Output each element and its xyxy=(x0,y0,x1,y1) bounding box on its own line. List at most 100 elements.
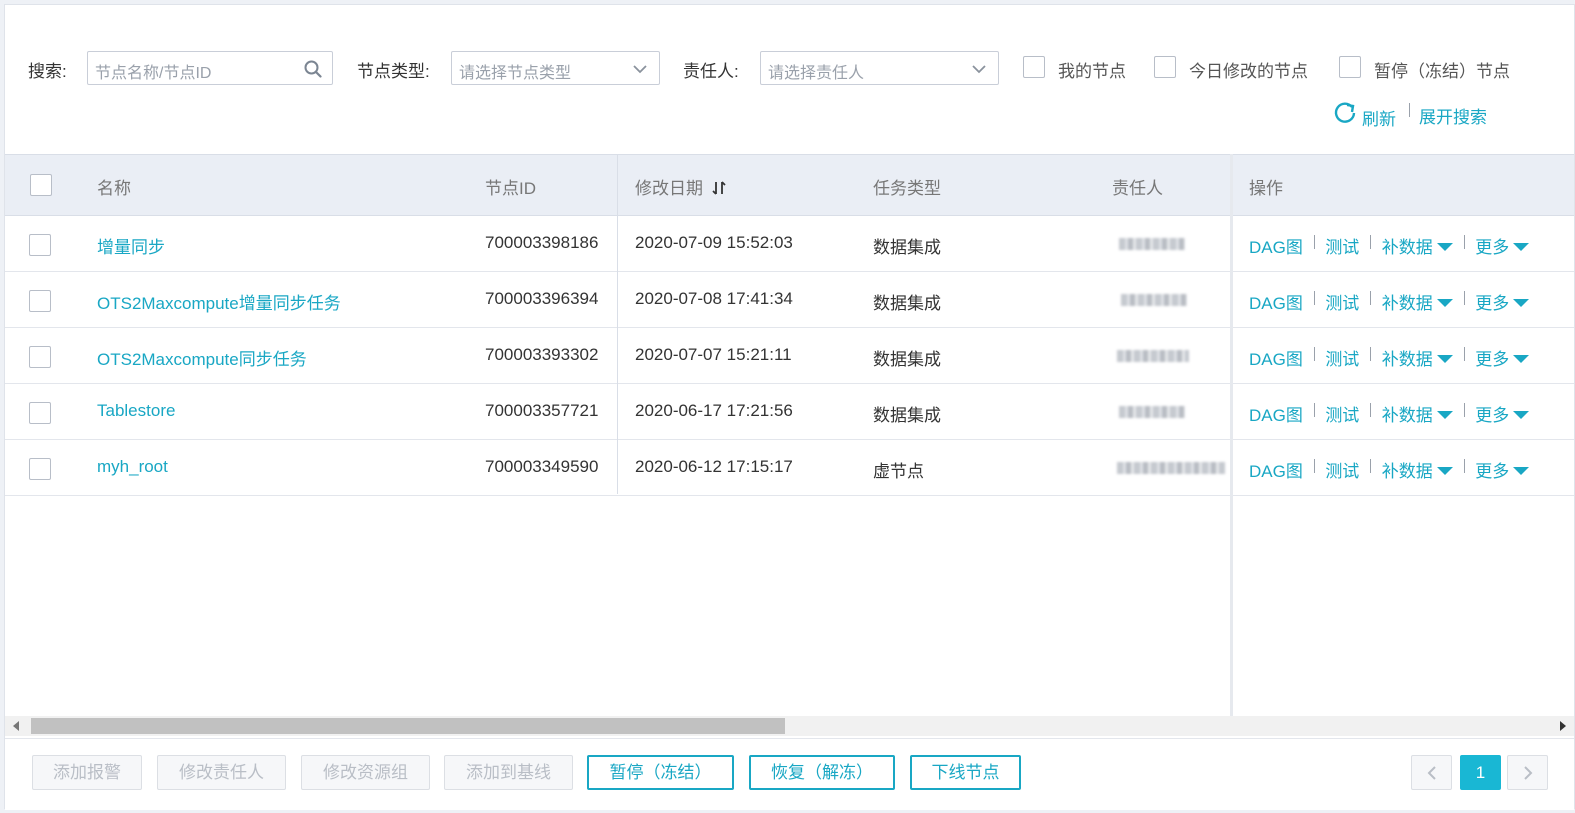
table-row: myh_root 700003349590 2020-06-12 17:15:1… xyxy=(5,440,1574,496)
node-type-placeholder: 请选择节点类型 xyxy=(459,65,572,82)
modified-date-cell: 2020-07-08 17:41:34 xyxy=(635,289,793,308)
test-link[interactable]: 测试 xyxy=(1325,294,1359,313)
task-type-cell: 数据集成 xyxy=(873,350,941,369)
test-link[interactable]: 测试 xyxy=(1325,462,1359,481)
add-alert-button[interactable]: 添加报警 xyxy=(32,755,142,790)
scroll-right-icon[interactable] xyxy=(1560,721,1566,731)
batch-action-bar: 添加报警 修改责任人 修改资源组 添加到基线 暂停（冻结） 恢复（解冻） 下线节… xyxy=(5,738,1574,810)
row-checkbox[interactable] xyxy=(29,346,51,368)
filter-bar: 搜索: 节点名称/节点ID 节点类型: 请选择节点类型 责任人: 请选择责任人 … xyxy=(5,5,1574,154)
modified-date-cell: 2020-06-12 17:15:17 xyxy=(635,457,793,476)
modified-date-cell: 2020-07-07 15:21:11 xyxy=(635,345,792,364)
test-link[interactable]: 测试 xyxy=(1325,406,1359,425)
row-checkbox[interactable] xyxy=(29,290,51,312)
modified-today-checkbox[interactable] xyxy=(1154,56,1176,78)
more-dropdown[interactable]: 更多 xyxy=(1475,406,1530,425)
refresh-icon[interactable] xyxy=(1333,100,1357,124)
search-placeholder: 节点名称/节点ID xyxy=(95,65,212,82)
node-name-link[interactable]: Tablestore xyxy=(97,401,175,421)
select-all-checkbox[interactable] xyxy=(30,174,52,196)
search-label: 搜索: xyxy=(28,62,67,81)
fixed-column-shadow xyxy=(1230,154,1233,716)
row-actions: DAG图 测试 补数据 更多 xyxy=(1249,233,1530,258)
row-actions: DAG图 测试 补数据 更多 xyxy=(1249,345,1530,370)
backfill-dropdown[interactable]: 补数据 xyxy=(1382,462,1453,481)
dag-link[interactable]: DAG图 xyxy=(1249,350,1303,369)
prev-page-button[interactable] xyxy=(1411,755,1452,790)
backfill-dropdown[interactable]: 补数据 xyxy=(1382,406,1453,425)
refresh-link[interactable]: 刷新 xyxy=(1362,105,1396,130)
more-dropdown[interactable]: 更多 xyxy=(1475,294,1530,313)
row-checkbox[interactable] xyxy=(29,458,51,480)
change-owner-button[interactable]: 修改责任人 xyxy=(157,755,286,790)
add-to-baseline-button[interactable]: 添加到基线 xyxy=(444,755,573,790)
backfill-dropdown[interactable]: 补数据 xyxy=(1382,294,1453,313)
caret-down-icon xyxy=(1436,299,1453,307)
backfill-dropdown[interactable]: 补数据 xyxy=(1382,238,1453,257)
backfill-dropdown[interactable]: 补数据 xyxy=(1382,350,1453,369)
col-node-id: 节点ID xyxy=(485,179,536,198)
dag-link[interactable]: DAG图 xyxy=(1249,238,1303,257)
page-1-button[interactable]: 1 xyxy=(1460,755,1501,790)
node-name-link[interactable]: OTS2Maxcompute同步任务 xyxy=(97,345,307,370)
col-modified-label: 修改日期 xyxy=(635,179,703,198)
node-id-cell: 700003349590 xyxy=(485,457,599,476)
divider xyxy=(1313,291,1315,305)
node-type-select[interactable]: 请选择节点类型 xyxy=(451,51,660,85)
more-dropdown[interactable]: 更多 xyxy=(1475,350,1530,369)
chevron-right-icon xyxy=(1524,766,1533,780)
offline-node-button[interactable]: 下线节点 xyxy=(910,755,1021,790)
divider xyxy=(1370,459,1372,473)
search-icon[interactable] xyxy=(304,60,322,78)
sort-icon[interactable] xyxy=(710,179,728,197)
node-name-link[interactable]: myh_root xyxy=(97,457,168,477)
resume-button[interactable]: 恢复（解冻） xyxy=(749,755,895,790)
dag-link[interactable]: DAG图 xyxy=(1249,462,1303,481)
owner-select[interactable]: 请选择责任人 xyxy=(760,51,999,85)
dag-link[interactable]: DAG图 xyxy=(1249,294,1303,313)
node-name-link[interactable]: 增量同步 xyxy=(97,233,165,258)
dag-link[interactable]: DAG图 xyxy=(1249,406,1303,425)
divider xyxy=(1313,347,1315,361)
node-id-cell: 700003398186 xyxy=(485,233,599,252)
my-nodes-label: 我的节点 xyxy=(1058,62,1126,81)
modified-date-cell: 2020-06-17 17:21:56 xyxy=(635,401,793,420)
row-checkbox[interactable] xyxy=(29,402,51,424)
backfill-label: 补数据 xyxy=(1381,350,1433,369)
test-link[interactable]: 测试 xyxy=(1325,238,1359,257)
paused-nodes-checkbox[interactable] xyxy=(1339,56,1361,78)
divider xyxy=(1463,291,1465,305)
test-link[interactable]: 测试 xyxy=(1325,350,1359,369)
more-dropdown[interactable]: 更多 xyxy=(1475,238,1530,257)
owner-redacted xyxy=(1117,350,1189,362)
node-id-cell: 700003393302 xyxy=(485,345,599,364)
change-resource-group-button[interactable]: 修改资源组 xyxy=(301,755,430,790)
divider xyxy=(1370,235,1372,249)
node-name-link[interactable]: OTS2Maxcompute增量同步任务 xyxy=(97,289,341,314)
chevron-left-icon xyxy=(1427,766,1436,780)
caret-down-icon xyxy=(1436,467,1453,475)
node-id-cell: 700003357721 xyxy=(485,401,599,420)
col-name: 名称 xyxy=(97,179,131,198)
caret-down-icon xyxy=(1436,355,1453,363)
col-modified[interactable]: 修改日期 xyxy=(635,174,728,199)
table-row: OTS2Maxcompute增量同步任务 700003396394 2020-0… xyxy=(5,272,1574,328)
modified-today-label: 今日修改的节点 xyxy=(1189,62,1308,81)
divider xyxy=(1409,103,1410,117)
my-nodes-checkbox[interactable] xyxy=(1023,56,1045,78)
more-dropdown[interactable]: 更多 xyxy=(1475,462,1530,481)
owner-placeholder: 请选择责任人 xyxy=(768,65,865,82)
search-input[interactable]: 节点名称/节点ID xyxy=(87,51,333,85)
next-page-button[interactable] xyxy=(1507,755,1548,790)
expand-search-link[interactable]: 展开搜索 xyxy=(1419,103,1487,128)
horizontal-scrollbar[interactable] xyxy=(5,716,1574,736)
divider xyxy=(1463,347,1465,361)
divider xyxy=(1370,403,1372,417)
scrollbar-thumb[interactable] xyxy=(31,718,785,734)
row-checkbox[interactable] xyxy=(29,234,51,256)
col-ops: 操作 xyxy=(1249,179,1283,198)
divider xyxy=(1463,459,1465,473)
chevron-down-icon xyxy=(972,65,986,74)
scroll-left-icon[interactable] xyxy=(13,721,19,731)
pause-button[interactable]: 暂停（冻结） xyxy=(587,755,734,790)
